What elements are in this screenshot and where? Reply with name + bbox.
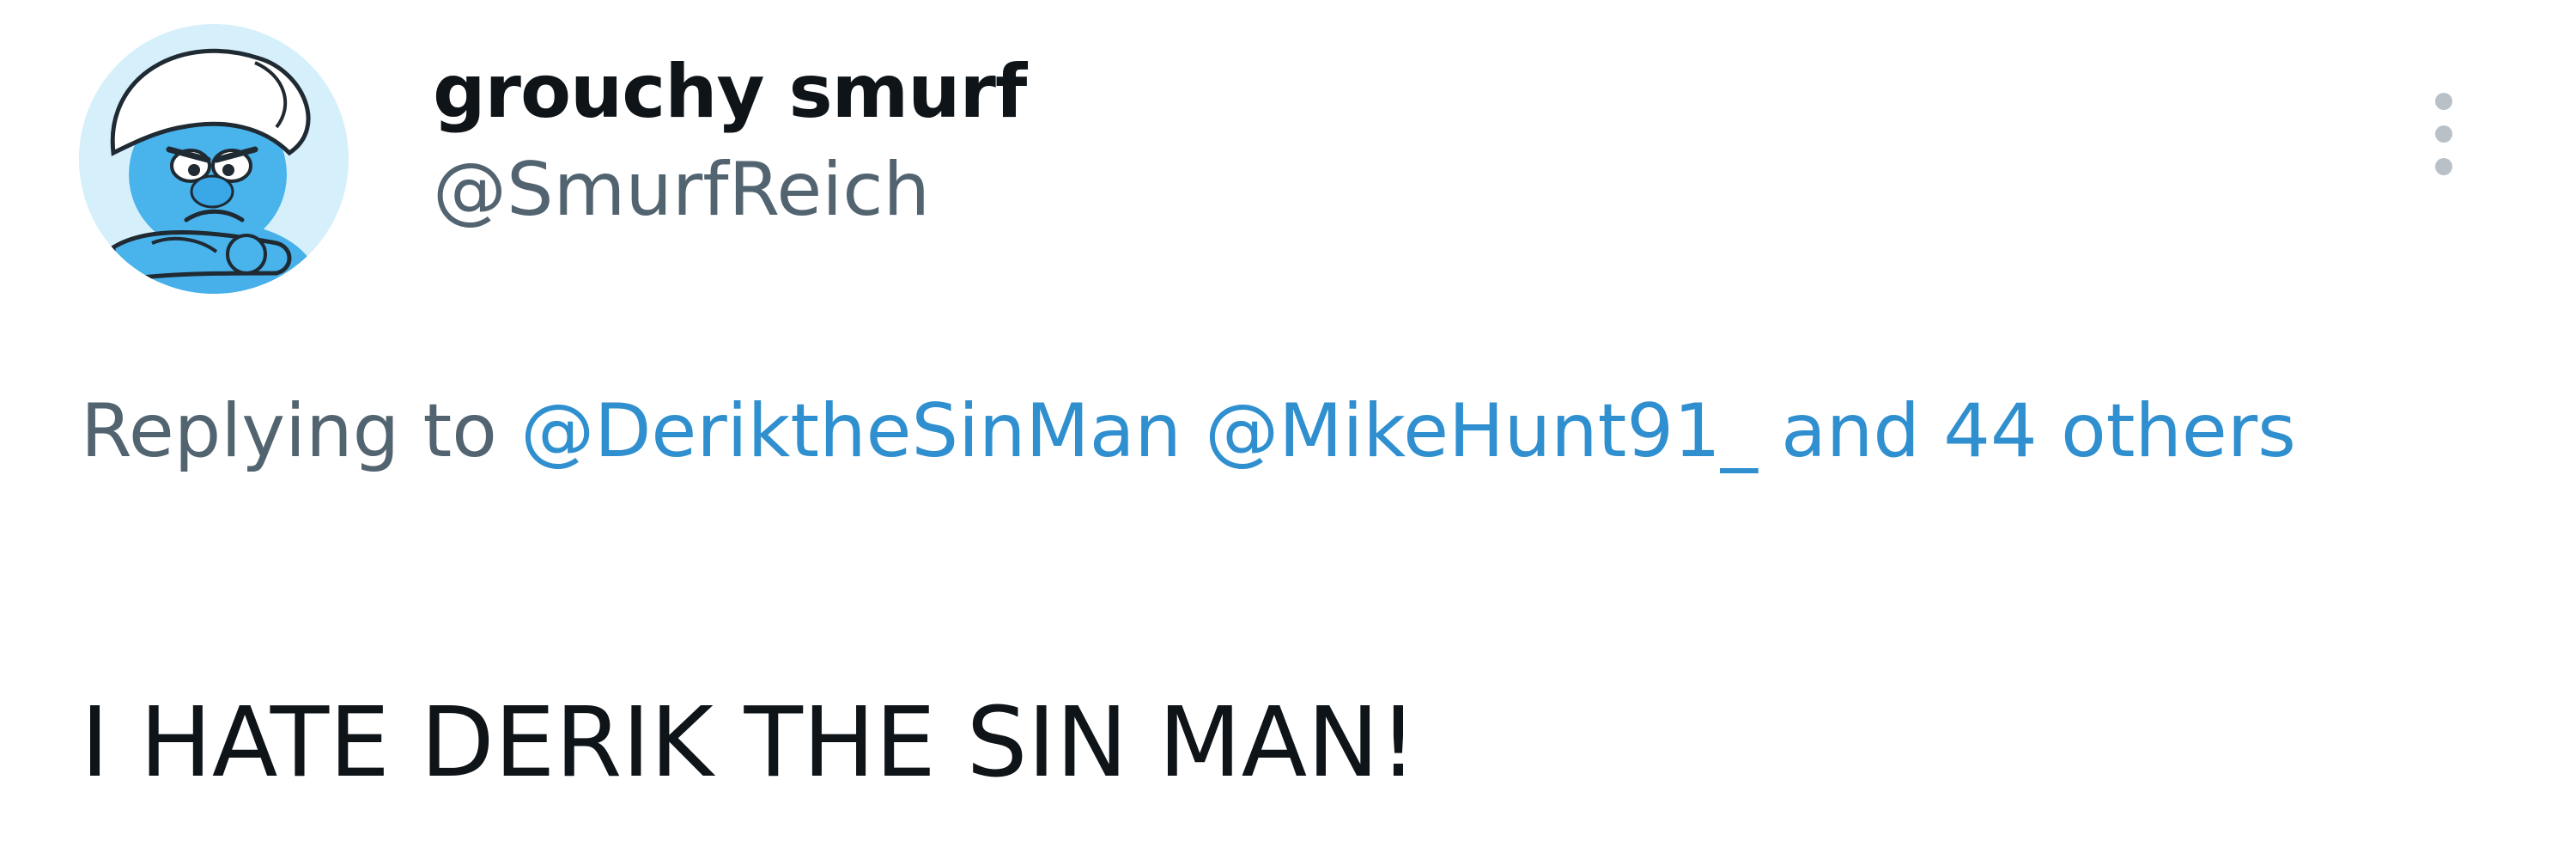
avatar[interactable] — [79, 24, 349, 294]
others-link[interactable]: and 44 others — [1781, 388, 2296, 474]
more-options-button[interactable] — [2409, 88, 2478, 182]
user-handle[interactable]: @SmurfReich — [433, 143, 1026, 237]
tweet-text: I HATE DERIK THE SIN MAN! — [81, 687, 1418, 799]
display-name[interactable]: grouchy smurf — [433, 45, 1027, 139]
mention-link-derikthesinman[interactable]: @DeriktheSinMan — [520, 388, 1182, 474]
reply-context: Replying to @DeriktheSinMan @MikeHunt91_… — [81, 364, 2537, 498]
user-name-block: grouchy smurf @SmurfReich — [433, 45, 1027, 237]
tweet-card: grouchy smurf @SmurfReich Replying to @D… — [0, 0, 2576, 859]
reply-prefix: Replying to — [81, 388, 497, 474]
mention-link-mikehunt91[interactable]: @MikeHunt91_ — [1205, 388, 1758, 474]
grouchy-smurf-avatar-icon — [79, 24, 349, 294]
